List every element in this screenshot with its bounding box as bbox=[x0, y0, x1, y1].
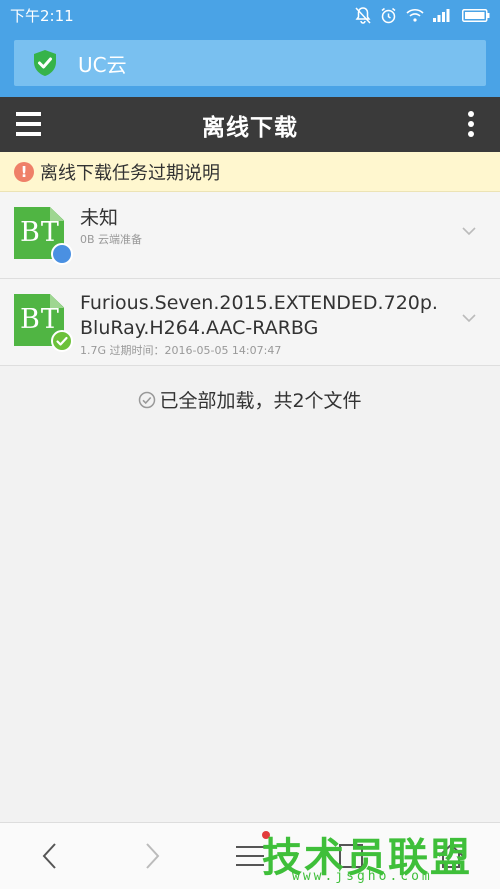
status-bar: 下午2:11 bbox=[0, 0, 500, 30]
bell-muted-icon bbox=[355, 6, 371, 24]
watermark-sub: www.jsgho.com bbox=[292, 869, 433, 884]
address-text: UC云 bbox=[78, 52, 127, 77]
back-icon[interactable] bbox=[36, 841, 66, 871]
bottom-nav-bar: 技术员联盟 www.jsgho.com bbox=[0, 822, 500, 889]
expiry-notice[interactable]: ! 离线下载任务过期说明 bbox=[0, 152, 500, 192]
shield-check-icon bbox=[34, 50, 56, 76]
pending-badge-icon bbox=[51, 243, 73, 265]
notice-text: 离线下载任务过期说明 bbox=[40, 162, 220, 184]
address-bar-container: UC云 bbox=[0, 30, 500, 97]
alarm-icon bbox=[381, 7, 396, 23]
check-badge-icon bbox=[51, 330, 73, 352]
title-bar: 离线下载 bbox=[0, 97, 500, 152]
bt-file-icon: BT bbox=[14, 294, 73, 352]
bt-icon-label: BT bbox=[20, 217, 60, 248]
warning-icon: ! bbox=[14, 161, 34, 182]
status-time: 下午2:11 bbox=[10, 6, 74, 25]
forward-icon[interactable] bbox=[136, 841, 166, 871]
bt-file-icon: BT bbox=[14, 207, 73, 265]
battery-icon bbox=[462, 8, 490, 22]
file-name: Furious.Seven.2015.EXTENDED.720p.BluRay.… bbox=[80, 292, 438, 339]
address-bar[interactable]: UC云 bbox=[14, 40, 486, 86]
menu-icon[interactable] bbox=[235, 841, 265, 871]
menu-icon[interactable] bbox=[16, 112, 41, 136]
chevron-down-icon[interactable] bbox=[462, 224, 476, 238]
page-title: 离线下载 bbox=[202, 114, 298, 141]
file-row[interactable]: BT Furious.Seven.2015.EXTENDED.720p.BluR… bbox=[0, 279, 500, 366]
file-meta: 0B 云端准备 bbox=[80, 233, 143, 246]
file-row[interactable]: BT 未知 0B 云端准备 bbox=[0, 192, 500, 279]
file-list: BT 未知 0B 云端准备 BT Furious.Seven.2015.EXTE… bbox=[0, 192, 500, 366]
file-meta: 1.7G 过期时间：2016-05-05 14:07:47 bbox=[80, 344, 282, 357]
site-watermark: 技术员联盟 www.jsgho.com bbox=[262, 825, 492, 885]
all-loaded-status: 已全部加载，共2个文件 bbox=[0, 386, 500, 413]
status-icons bbox=[355, 6, 490, 24]
bt-icon-label: BT bbox=[20, 304, 60, 335]
all-loaded-text: 已全部加载，共2个文件 bbox=[159, 390, 362, 412]
file-name: 未知 bbox=[80, 207, 119, 229]
wifi-icon bbox=[406, 9, 424, 22]
more-icon[interactable] bbox=[468, 111, 474, 137]
chevron-down-icon[interactable] bbox=[462, 311, 476, 325]
check-circle-icon bbox=[139, 391, 156, 408]
signal-icon bbox=[433, 8, 450, 22]
